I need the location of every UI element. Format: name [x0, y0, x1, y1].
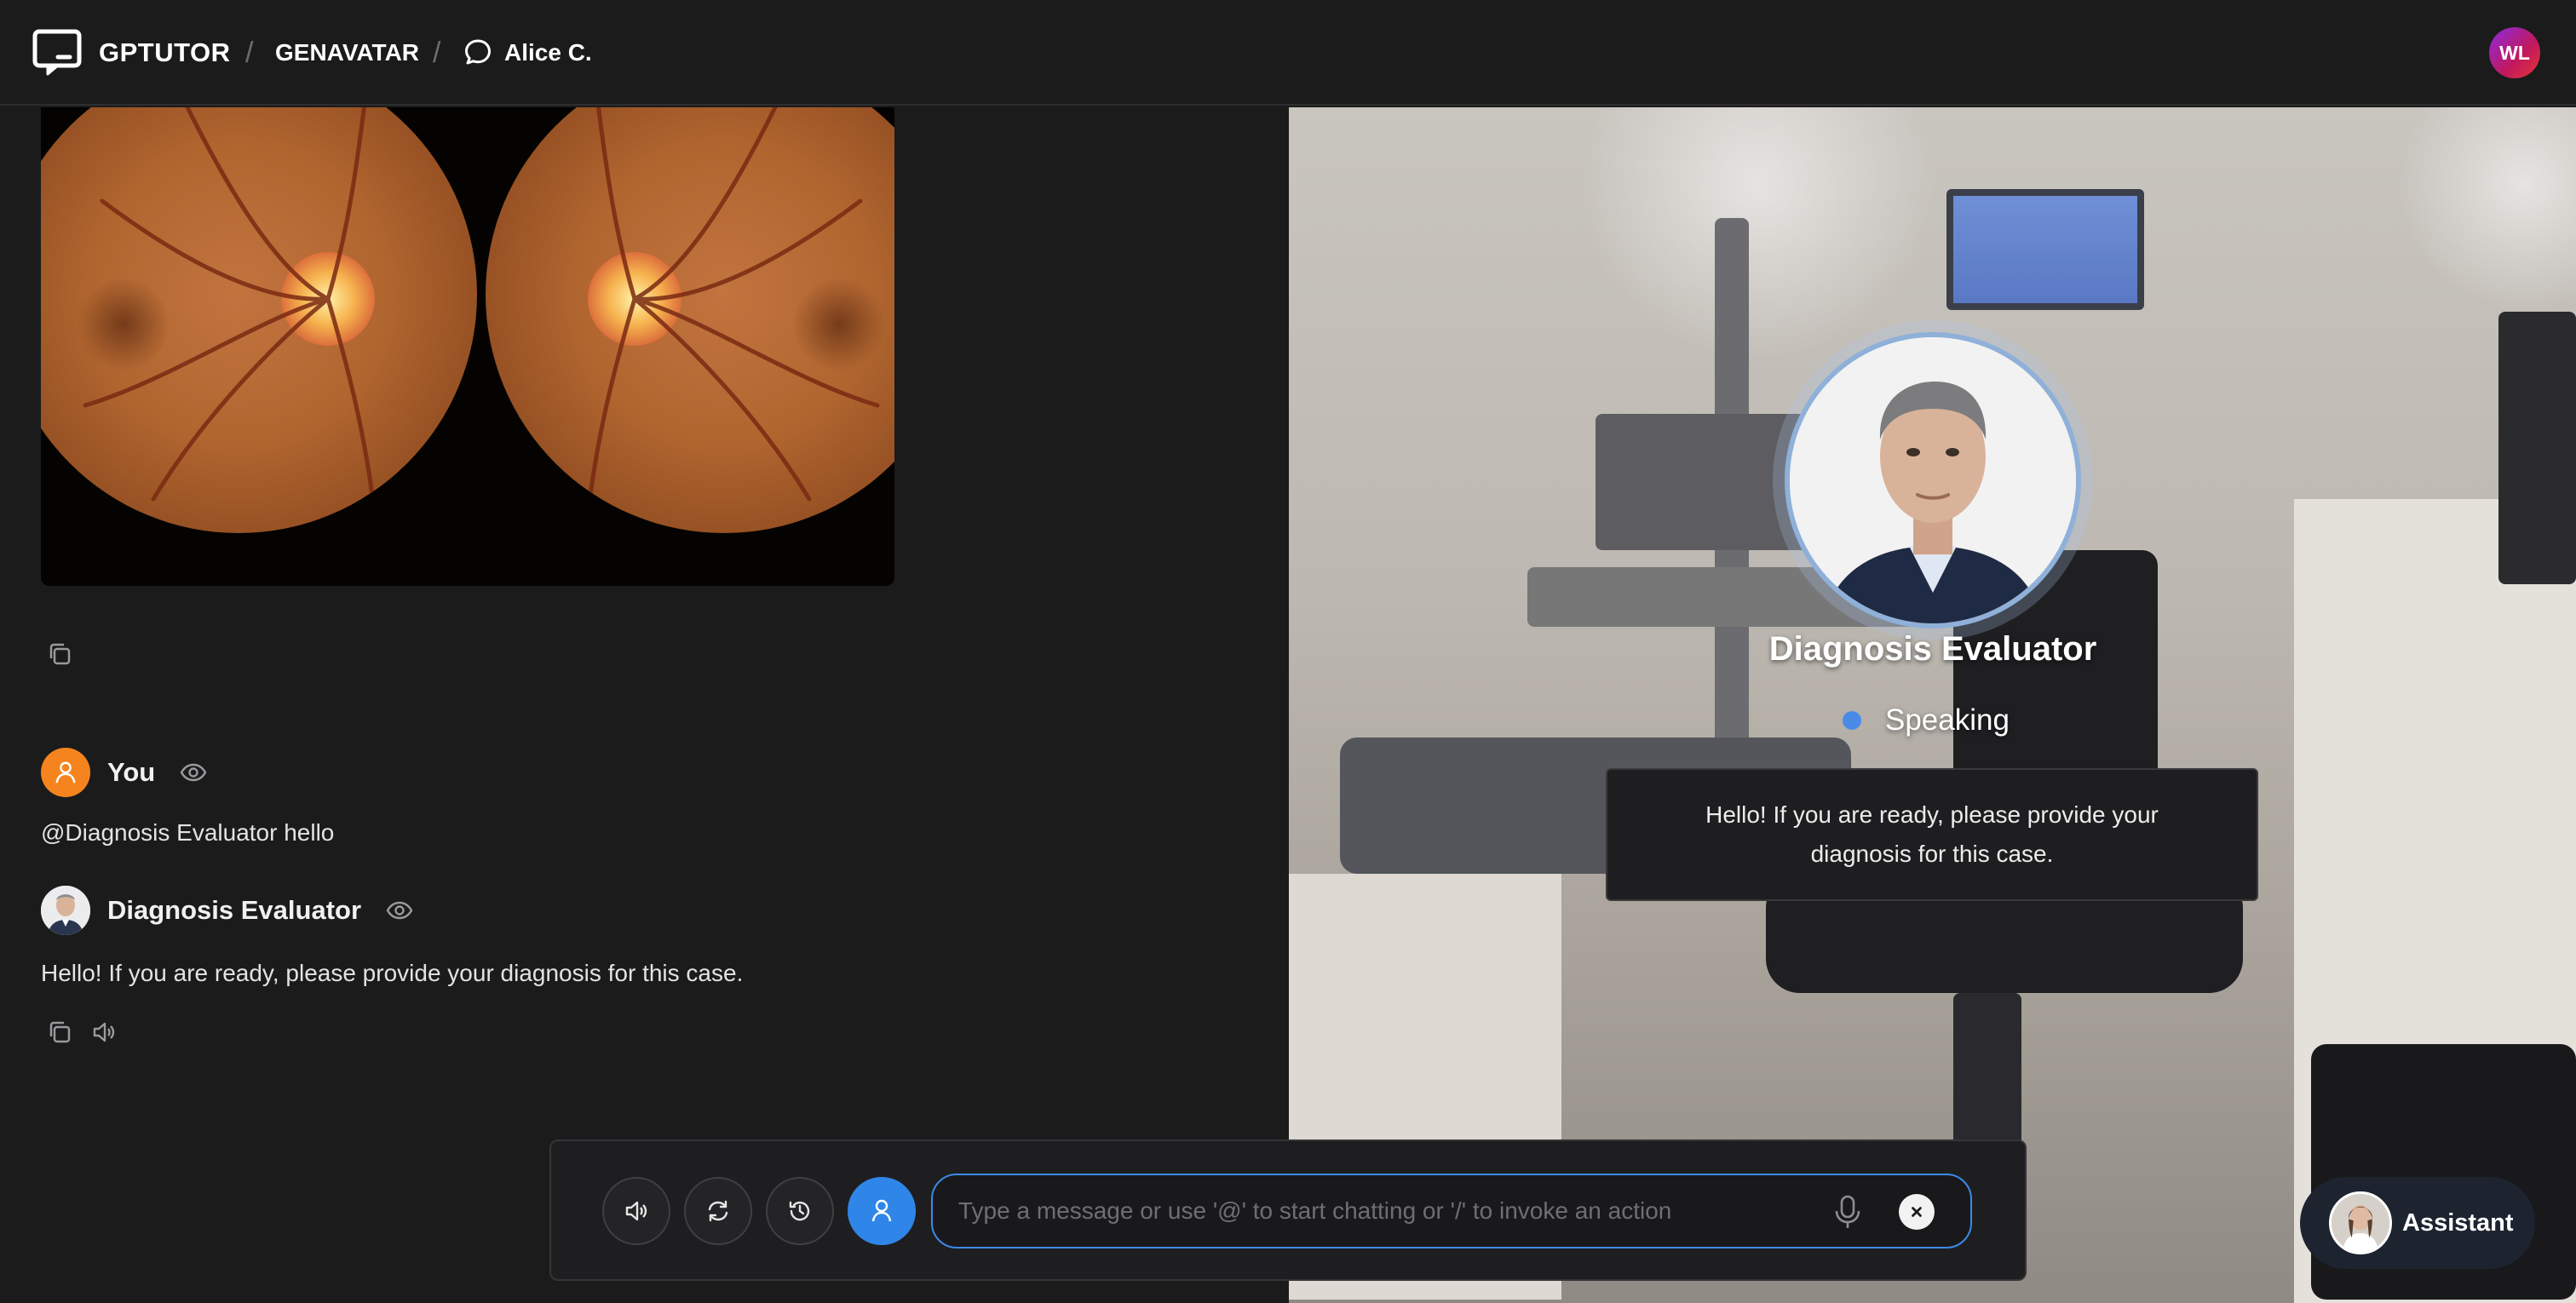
copy-icon[interactable]	[43, 637, 77, 671]
refresh-icon	[708, 1200, 728, 1222]
assistant-button[interactable]: Assistant	[2300, 1177, 2535, 1269]
message-text: @Diagnosis Evaluator hello	[41, 819, 335, 846]
assistant-avatar	[2329, 1191, 2392, 1254]
sender-name: Diagnosis Evaluator	[107, 895, 362, 925]
person-icon	[55, 761, 76, 784]
clear-input-button[interactable]	[1899, 1194, 1935, 1230]
eye-chart-monitor	[1946, 189, 2144, 310]
status-indicator: Speaking	[1843, 703, 2010, 738]
fundus-image[interactable]	[41, 107, 894, 586]
voice-toggle-button[interactable]	[602, 1177, 670, 1245]
avatar-scene: Diagnosis Evaluator Speaking Hello! If y…	[1289, 107, 2576, 1303]
avatar-name: Diagnosis Evaluator	[1768, 630, 2097, 668]
visibility-icon[interactable]	[179, 758, 208, 787]
fundus-right-eye	[486, 107, 894, 533]
speaker-icon	[625, 1201, 647, 1221]
user-avatar[interactable]: WL	[2489, 27, 2540, 78]
breadcrumb-genavatar[interactable]: GENAVATAR	[275, 0, 419, 106]
message-input[interactable]	[958, 1175, 1810, 1247]
message-text: Hello! If you are ready, please provide …	[41, 960, 744, 986]
history-icon	[789, 1201, 810, 1221]
message-input-container	[931, 1174, 1972, 1248]
fundus-left-eye	[41, 107, 477, 533]
avatar-mode-button[interactable]	[848, 1177, 916, 1245]
message-header-you: You	[41, 748, 208, 797]
sender-name: You	[107, 757, 156, 787]
retinal-vessels-right	[585, 107, 880, 519]
retinal-vessels-left	[83, 107, 377, 519]
visibility-icon[interactable]	[385, 896, 414, 925]
chat-bubble-icon	[465, 39, 491, 65]
avatar-you	[41, 748, 90, 797]
breadcrumb-separator: /	[245, 36, 254, 69]
history-button[interactable]	[766, 1177, 834, 1245]
breadcrumb-conversation[interactable]: Alice C.	[504, 0, 592, 106]
app-name[interactable]: GPTUTOR	[99, 0, 231, 106]
status-dot	[1843, 711, 1861, 730]
message-header-evaluator: Diagnosis Evaluator	[41, 886, 414, 935]
monitor-logo-icon[interactable]	[32, 29, 82, 77]
evaluator-avatar[interactable]	[1785, 332, 2081, 629]
refresh-button[interactable]	[684, 1177, 752, 1245]
avatar-evaluator	[41, 886, 90, 935]
top-bar: GPTUTOR / GENAVATAR / Alice C. WL	[0, 0, 2576, 106]
speaker-icon[interactable]	[87, 1015, 121, 1049]
microphone-icon[interactable]	[1831, 1194, 1865, 1230]
status-text: Speaking	[1885, 703, 2010, 737]
copy-icon[interactable]	[43, 1015, 77, 1049]
close-icon	[1912, 1207, 1922, 1217]
person-icon	[871, 1199, 892, 1222]
speech-bubble: Hello! If you are ready, please provide …	[1606, 768, 2258, 901]
breadcrumb-separator: /	[433, 36, 441, 69]
assistant-label: Assistant	[2402, 1208, 2514, 1237]
chat-panel: You @Diagnosis Evaluator hello Diagnosis…	[0, 107, 1288, 1303]
message-composer	[549, 1139, 2027, 1281]
